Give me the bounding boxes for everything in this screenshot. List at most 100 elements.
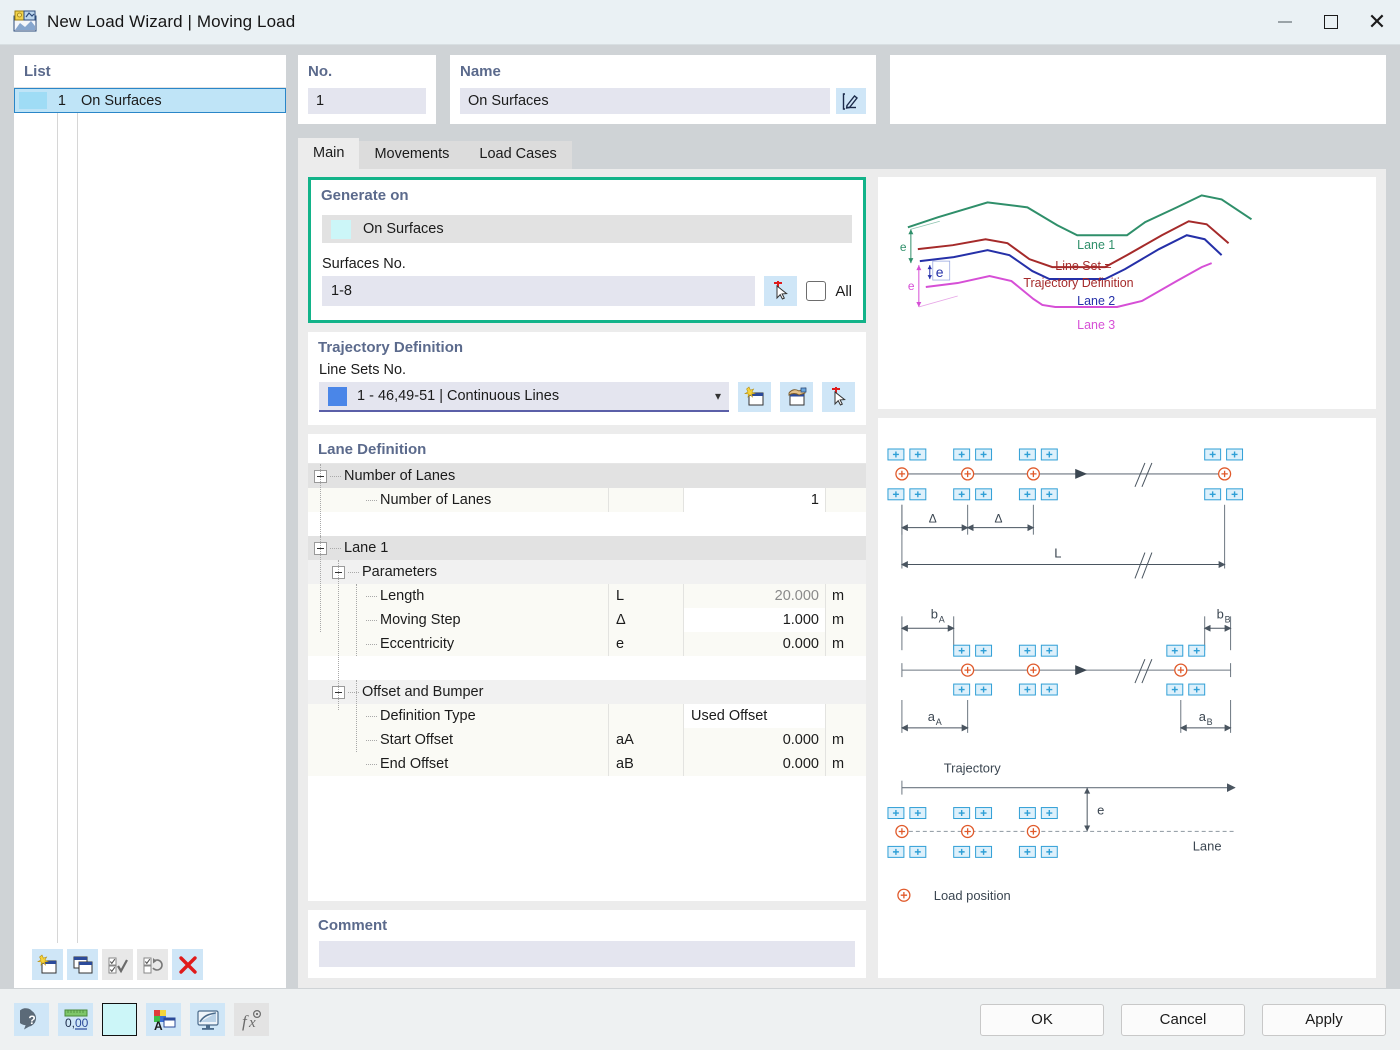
svg-text:A: A (939, 614, 945, 624)
header-blank-area (890, 55, 1386, 124)
surfaces-no-input[interactable]: 1-8 (322, 276, 756, 306)
grid-row[interactable]: Definition Type Used Offset (308, 704, 866, 728)
invert-selection-button[interactable] (137, 949, 168, 980)
tree-connector (366, 715, 377, 717)
grid-row-value[interactable]: Used Offset (683, 704, 825, 728)
lane-definition-grid[interactable]: Number of Lanes Number of Lanes 1 Lane 1 Par… (308, 463, 866, 901)
grid-row[interactable]: Moving Step Δ 1.000 m (308, 608, 866, 632)
tab-main[interactable]: Main (298, 138, 360, 169)
grid-row-value[interactable]: 1 (683, 488, 825, 512)
tab-strip: Main Movements Load Cases (298, 138, 1386, 169)
tab-movements[interactable]: Movements (359, 141, 465, 169)
grid-row-label: Parameters (362, 564, 437, 580)
lane-1-label: Lane 1 (1077, 238, 1115, 252)
no-input[interactable]: 1 (308, 88, 426, 114)
pick-cursor-icon (831, 387, 846, 406)
list-toolbar (14, 943, 286, 988)
grid-row-value (683, 776, 825, 800)
line-sets-label: Line Sets No. (319, 362, 407, 378)
name-edit-button[interactable] (836, 88, 866, 114)
grid-row-value[interactable]: 0.000 (683, 728, 825, 752)
tree-connector (348, 571, 359, 573)
grid-row-unit: m (825, 584, 866, 608)
list-area: 1 On Surfaces (14, 88, 286, 943)
list-panel: List 1 On Surfaces (14, 55, 286, 988)
grid-row-value (683, 560, 825, 584)
bottom-bar: ? 0, 00 A f x OK Cancel Apply (0, 988, 1400, 1050)
all-label: All (835, 282, 852, 300)
copy-item-button[interactable] (67, 949, 98, 980)
line-sets-combobox[interactable]: 1 - 46,49-51 | Continuous Lines ▾ (319, 382, 729, 412)
grid-row-symbol: e (608, 632, 683, 656)
name-input[interactable]: On Surfaces (460, 88, 830, 114)
grid-row[interactable]: Start Offset aA 0.000 m (308, 728, 866, 752)
surfaces-no-label: Surfaces No. (322, 256, 406, 272)
load-position-legend: Load position (934, 888, 1011, 903)
grid-row-value[interactable]: 0.000 (683, 632, 825, 656)
grid-row[interactable]: End Offset aB 0.000 m (308, 752, 866, 776)
grid-row-label: Moving Step (380, 612, 461, 628)
new-line-set-button[interactable] (738, 382, 771, 412)
edit-line-set-button[interactable] (780, 382, 813, 412)
list-item-color-swatch (19, 92, 47, 109)
grid-row[interactable]: Number of Lanes 1 (308, 488, 866, 512)
formula-button[interactable]: f x (234, 1003, 269, 1036)
grid-row-symbol (608, 776, 683, 800)
tree-guide-line (320, 536, 321, 632)
grid-row[interactable]: Length L 20.000 m (308, 584, 866, 608)
svg-text:b: b (931, 606, 938, 621)
svg-text:e: e (908, 279, 915, 293)
tree-guide-line (338, 560, 339, 710)
title-bar: New Load Wizard | Moving Load ✕ (0, 0, 1400, 45)
grid-row[interactable]: Offset and Bumper (308, 680, 866, 704)
visibility-button[interactable] (190, 1003, 225, 1036)
close-button[interactable]: ✕ (1354, 0, 1400, 45)
surfaces-pick-button[interactable] (764, 276, 798, 306)
grid-row-value (683, 536, 825, 560)
dialog-body: List 1 On Surfaces No. 1 Name On Surface… (0, 45, 1400, 988)
cancel-button[interactable]: Cancel (1121, 1003, 1245, 1036)
delete-item-button[interactable] (172, 949, 203, 980)
grid-row-label-cell: Lane 1 (308, 536, 608, 560)
tree-connector (366, 739, 377, 741)
svg-text:e: e (1097, 803, 1104, 818)
color-button[interactable] (102, 1003, 137, 1036)
grid-row[interactable]: Eccentricity e 0.000 m (308, 632, 866, 656)
grid-row-label: Lane 1 (344, 540, 389, 556)
select-all-button[interactable] (102, 949, 133, 980)
tree-connector (330, 475, 341, 477)
grid-row-unit: m (825, 728, 866, 752)
comment-input[interactable] (319, 941, 855, 967)
fx-icon: f x (242, 1009, 261, 1031)
trajectory-definition-title: Trajectory Definition (318, 339, 464, 356)
grid-row-value[interactable]: 1.000 (683, 608, 825, 632)
lane-3-label: Lane 3 (1077, 318, 1115, 332)
tab-content: Generate on On Surfaces Surfaces No. 1-8 (298, 169, 1386, 988)
tab-load-cases[interactable]: Load Cases (464, 141, 572, 169)
maximize-button[interactable] (1308, 0, 1354, 45)
list-item[interactable]: 1 On Surfaces (14, 88, 286, 113)
pick-line-set-button[interactable] (822, 382, 855, 412)
generate-on-selected-item[interactable]: On Surfaces (322, 215, 852, 243)
generate-on-item-label: On Surfaces (363, 221, 444, 237)
display-properties-button[interactable]: A (146, 1003, 181, 1036)
new-set-icon (743, 386, 763, 406)
new-item-button[interactable] (32, 949, 63, 980)
help-button[interactable]: ? (14, 1003, 49, 1036)
apply-button[interactable]: Apply (1262, 1003, 1386, 1036)
grid-row[interactable]: Parameters (308, 560, 866, 584)
grid-row-value[interactable]: 20.000 (683, 584, 825, 608)
grid-row-label-cell: Length (308, 584, 608, 608)
grid-row[interactable]: Lane 1 (308, 536, 866, 560)
grid-row[interactable]: Number of Lanes (308, 464, 866, 488)
minimize-button[interactable] (1262, 0, 1308, 45)
ok-button[interactable]: OK (980, 1003, 1104, 1036)
new-window-icon (36, 954, 56, 973)
svg-text:a: a (928, 709, 936, 724)
lanes-diagram: e e e Lane 1 Line Set = Trajectory Defin… (878, 177, 1376, 409)
all-checkbox[interactable] (806, 281, 827, 301)
grid-row-label-cell: Start Offset (308, 728, 608, 752)
units-button[interactable]: 0, 00 (58, 1003, 93, 1036)
grid-row-value[interactable]: 0.000 (683, 752, 825, 776)
grid-row-symbol: Δ (608, 608, 683, 632)
